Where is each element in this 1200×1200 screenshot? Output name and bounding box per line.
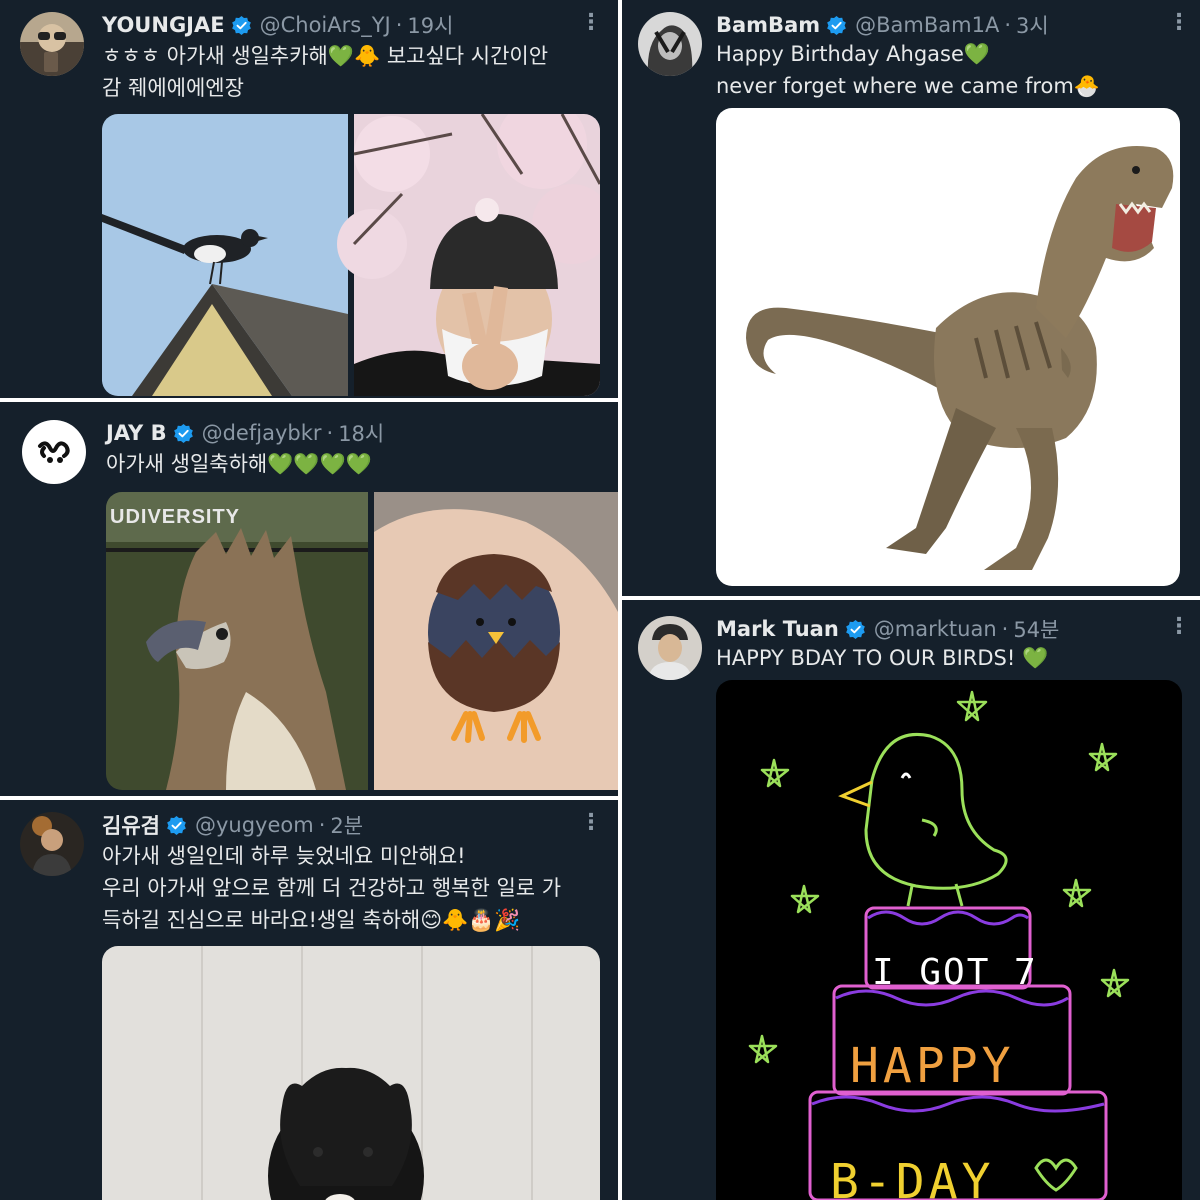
bird-cake-drawing (748, 690, 1130, 1200)
verified-badge-icon (845, 619, 865, 639)
more-options-icon[interactable]: ⋮ (1168, 12, 1190, 34)
tweet-text: Happy Birthday Ahgase💚 never forget wher… (716, 38, 1100, 102)
tweet-header: 김유겸 @yugyeom · 2분 (102, 810, 363, 840)
handle[interactable]: @yugyeom (195, 813, 314, 837)
drawing-text-line: HAPPY (850, 1038, 1015, 1094)
tweet-header: YOUNGJAE @ChoiArs_YJ · 19시 (102, 10, 453, 40)
separator-dot: · (318, 813, 326, 837)
media-grid[interactable]: UDIVERSITY (106, 492, 618, 790)
verified-badge-icon (827, 15, 846, 35)
tweet-text: ㅎㅎㅎ 아가새 생일추카해💚🐥 보고싶다 시간이안 감 줴에에에엔장 (102, 40, 548, 104)
tweet-yugyeom[interactable]: 김유겸 @yugyeom · 2분 ⋮ 아가새 생일인데 하루 늦었네요 미안해… (0, 800, 618, 1200)
tweet-text-line: 감 줴에에에엔장 (102, 76, 244, 100)
tweet-mark-tuan[interactable]: Mark Tuan @marktuan · 54분 ⋮ HAPPY BDAY T… (622, 600, 1200, 1200)
more-options-icon[interactable]: ⋮ (1168, 616, 1190, 638)
tweet-text-line: HAPPY BDAY TO OUR BIRDS! 💚 (716, 646, 1049, 670)
tweet-text: HAPPY BDAY TO OUR BIRDS! 💚 (716, 642, 1048, 674)
eagle-photo (106, 492, 368, 790)
separator-dot: · (395, 13, 403, 37)
tweet-text-line: ㅎㅎㅎ 아가새 생일추카해💚🐥 보고싶다 시간이안 (102, 44, 549, 68)
handle[interactable]: @marktuan (874, 617, 997, 641)
tweet-header: JAY B @defjaybkr · 18시 (106, 418, 384, 448)
tweet-text-line: 아가새 생일인데 하루 늦었네요 미안해요! (102, 844, 466, 868)
tweet-youngjae[interactable]: YOUNGJAE @ChoiArs_YJ · 19시 ⋮ ㅎㅎㅎ 아가새 생일추… (0, 0, 618, 398)
cherry-blossom-selfie-photo (337, 114, 600, 396)
timestamp[interactable]: 3시 (1016, 10, 1049, 40)
verified-badge-icon (167, 815, 186, 835)
black-dog-photo (102, 946, 600, 1200)
timestamp[interactable]: 54분 (1013, 614, 1059, 644)
avatar[interactable] (638, 616, 702, 680)
separator-dot: · (1001, 617, 1009, 641)
verified-badge-icon (173, 423, 193, 443)
tweet-text: 아가새 생일인데 하루 늦었네요 미안해요! 우리 아가새 앞으로 함께 더 건… (102, 840, 561, 936)
drawing-text-line: I GOT 7 (872, 952, 1038, 993)
chick-egg-figure-photo (374, 492, 618, 790)
separator-dot: · (326, 421, 334, 445)
t-rex-image (746, 146, 1174, 570)
tweet-text-line: Happy Birthday Ahgase💚 (716, 42, 991, 66)
display-name[interactable]: 김유겸 (102, 810, 160, 840)
timestamp[interactable]: 18시 (338, 418, 384, 448)
display-name[interactable]: Mark Tuan (716, 617, 839, 641)
display-name[interactable]: YOUNGJAE (102, 13, 225, 37)
avatar[interactable] (22, 420, 86, 484)
media-grid[interactable] (102, 946, 600, 1200)
tweet-text-line: 우리 아가새 앞으로 함께 더 건강하고 행복한 일로 가 (102, 876, 562, 900)
handle[interactable]: @defjaybkr (202, 421, 322, 445)
display-name[interactable]: JAY B (106, 421, 167, 445)
media-image[interactable]: I GOT 7 HAPPY B-DAY (716, 680, 1182, 1200)
tweet-text-line: never forget where we came from🐣 (716, 74, 1100, 98)
verified-badge-icon (231, 15, 251, 35)
tweet-jay-b[interactable]: JAY B @defjaybkr · 18시 아가새 생일축하해💚💚💚💚 UDI… (0, 402, 618, 796)
magpie-photo (102, 114, 348, 396)
more-options-icon[interactable]: ⋮ (580, 12, 602, 34)
tweet-header: BamBam @BamBam1A · 3시 (716, 10, 1049, 40)
timestamp[interactable]: 19시 (407, 10, 453, 40)
avatar[interactable] (638, 12, 702, 76)
avatar[interactable] (20, 12, 84, 76)
tweet-text: 아가새 생일축하해💚💚💚💚 (106, 448, 372, 480)
media-grid[interactable] (102, 114, 600, 396)
tweet-header: Mark Tuan @marktuan · 54분 (716, 614, 1059, 644)
handle[interactable]: @ChoiArs_YJ (260, 13, 391, 37)
separator-dot: · (1004, 13, 1012, 37)
image-caption-text: UDIVERSITY (110, 506, 241, 528)
tweet-bambam[interactable]: BamBam @BamBam1A · 3시 ⋮ Happy Birthday A… (622, 0, 1200, 596)
drawing-text-line: B-DAY (830, 1154, 995, 1200)
avatar[interactable] (20, 812, 84, 876)
tweet-text-line: 아가새 생일축하해💚💚💚💚 (106, 452, 372, 476)
timestamp[interactable]: 2분 (330, 810, 363, 840)
display-name[interactable]: BamBam (716, 13, 820, 37)
handle[interactable]: @BamBam1A (855, 13, 999, 37)
media-image[interactable] (716, 108, 1180, 586)
tweet-text-line: 득하길 진심으로 바라요!생일 축하해😊🐥🎂🎉 (102, 908, 521, 932)
more-options-icon[interactable]: ⋮ (580, 812, 602, 834)
